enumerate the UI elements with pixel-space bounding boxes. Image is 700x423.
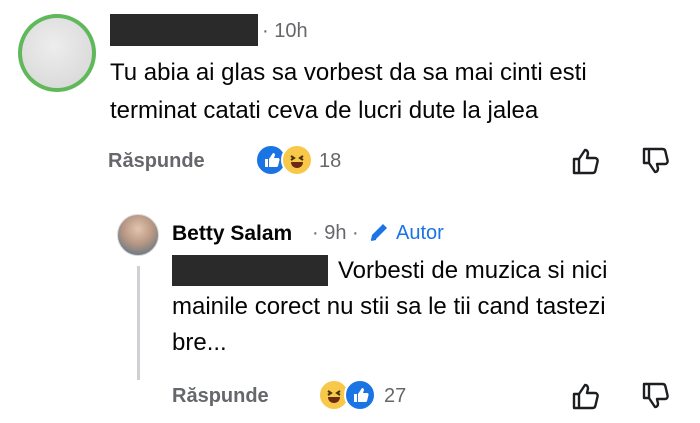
haha-reaction-icon — [281, 144, 313, 176]
reply-thread-line — [137, 266, 140, 380]
reaction-count: 18 — [319, 150, 342, 172]
reply-text-line: bre... — [172, 329, 227, 356]
comment-text-line: terminat catati ceva de lucri dute la ja… — [110, 97, 539, 124]
like-outline-icon[interactable] — [570, 381, 602, 416]
avatar[interactable] — [117, 214, 159, 256]
reply-button[interactable]: Răspunde — [108, 150, 205, 173]
author-badge: Autor — [396, 222, 444, 244]
comment-text-line: Tu abia ai glas sa vorbest da sa mai cin… — [110, 59, 587, 86]
dislike-outline-icon[interactable] — [640, 381, 672, 416]
dislike-outline-icon[interactable] — [640, 146, 672, 181]
pencil-icon — [368, 221, 390, 248]
comment-timestamp: · 10h — [262, 20, 308, 42]
author-name[interactable]: Betty Salam — [172, 222, 292, 246]
reply-timestamp: · 9h · — [312, 222, 359, 244]
reply-button[interactable]: Răspunde — [172, 385, 269, 408]
reply-text-line: Vorbesti de muzica si nici — [338, 257, 608, 284]
reaction-count: 27 — [384, 385, 407, 407]
reactions-summary[interactable]: 18 — [255, 144, 365, 178]
reactions-summary[interactable]: 27 — [318, 379, 428, 413]
redacted-mention — [172, 255, 328, 286]
like-reaction-icon — [344, 379, 376, 411]
redacted-username — [110, 14, 258, 46]
reply-text-line: mainile corect nu stii sa le tii cand ta… — [172, 293, 606, 320]
commenter-avatar[interactable] — [18, 14, 96, 92]
comment-text: Tu abia ai glas sa vorbest da sa mai cin… — [110, 54, 670, 130]
like-outline-icon[interactable] — [570, 146, 602, 181]
